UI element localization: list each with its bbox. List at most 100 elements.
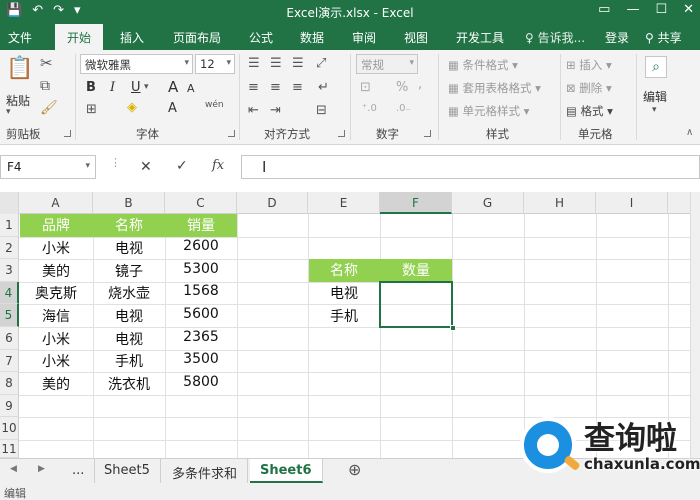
cell-selection[interactable] (379, 281, 453, 328)
tab-page-layout[interactable]: 页面布局 (173, 29, 221, 46)
table-cell[interactable]: 小米 (20, 329, 92, 349)
format-as-table-button[interactable]: ▦ 套用表格格式 ▾ (448, 80, 541, 96)
decrease-indent-icon[interactable]: ⇤ (248, 104, 259, 117)
table-cell[interactable]: 小米 (20, 351, 92, 371)
number-launcher-icon[interactable] (424, 130, 431, 137)
table-cell[interactable]: 镜子 (93, 261, 165, 281)
table-cell[interactable]: 2365 (165, 329, 237, 345)
font-launcher-icon[interactable] (228, 130, 235, 137)
ribbon-display-icon[interactable]: ▭ (598, 2, 610, 17)
collapse-ribbon-icon[interactable]: ∧ (686, 128, 693, 138)
orientation-icon[interactable]: ⤢ (316, 57, 326, 70)
row-header-2[interactable]: 2 (0, 237, 19, 259)
italic-button[interactable]: I (110, 81, 115, 94)
row-header-5[interactable]: 5 (0, 304, 19, 327)
increase-indent-icon[interactable]: ⇥ (270, 104, 281, 117)
maximize-icon[interactable]: ☐ (655, 2, 667, 17)
find-search-icon[interactable]: ⌕ (645, 56, 667, 78)
table1-header-brand[interactable]: 品牌 (20, 215, 92, 235)
row-header-7[interactable]: 7 (0, 350, 19, 372)
table1-header-name[interactable]: 名称 (93, 215, 165, 235)
paste-icon[interactable]: 📋 (6, 58, 33, 80)
sheet-more-button[interactable]: ... (62, 459, 96, 483)
align-bottom-icon[interactable]: ☰ (292, 57, 304, 70)
paste-dropdown-icon[interactable]: ▾ (6, 108, 11, 117)
row-header-4[interactable]: 4 (0, 282, 19, 304)
row-header-10[interactable]: 10 (0, 417, 19, 440)
editing-button[interactable]: 编辑 (643, 88, 667, 105)
align-center-icon[interactable]: ≡ (270, 81, 281, 94)
share-button[interactable]: ⚲ 共享 (645, 29, 682, 46)
font-grow-button[interactable]: A (168, 80, 178, 95)
table1-header-sales[interactable]: 销量 (165, 215, 237, 235)
table-cell[interactable]: 5600 (165, 306, 237, 322)
fill-handle[interactable] (450, 325, 456, 331)
clipboard-launcher-icon[interactable] (64, 130, 71, 137)
column-header-h[interactable]: H (524, 192, 596, 214)
row-header-1[interactable]: 1 (0, 214, 19, 237)
insert-function-icon[interactable]: fx (212, 158, 224, 173)
table-cell[interactable]: 2600 (165, 238, 237, 254)
number-format-select[interactable]: 常规 ▾ (356, 54, 418, 74)
currency-icon[interactable]: ⊡ (360, 81, 371, 94)
table2-header-quantity[interactable]: 数量 (380, 260, 452, 280)
row-header-9[interactable]: 9 (0, 395, 19, 417)
decrease-decimal-icon[interactable]: .0₋ (396, 104, 411, 114)
font-name-select[interactable]: 微软雅黑 ▾ (80, 54, 193, 74)
table-cell[interactable]: 小米 (20, 238, 92, 258)
comma-button[interactable]: , (418, 78, 422, 91)
sheet-next-icon[interactable]: ▶ (34, 459, 49, 483)
column-header-f[interactable]: F (380, 192, 452, 214)
tab-insert[interactable]: 插入 (120, 29, 144, 46)
table-cell[interactable]: 洗衣机 (93, 374, 165, 394)
sheet-tab-multi-sum[interactable]: 多条件求和 (162, 459, 249, 483)
underline-button[interactable]: U (131, 81, 141, 94)
tab-data[interactable]: 数据 (300, 29, 324, 46)
row-header-8[interactable]: 8 (0, 372, 19, 395)
minimize-icon[interactable]: — (626, 2, 639, 17)
wrap-text-icon[interactable]: ↵ (318, 81, 329, 94)
bold-button[interactable]: B (86, 81, 96, 94)
login-link[interactable]: 登录 (605, 29, 629, 46)
fill-color-icon[interactable]: ◈ (127, 101, 137, 114)
copy-icon[interactable]: ⧉ (40, 79, 50, 93)
tab-view[interactable]: 视图 (404, 29, 428, 46)
delete-cells-button[interactable]: ⊠ 删除 ▾ (566, 80, 612, 96)
add-sheet-icon[interactable]: ⊕ (342, 459, 367, 483)
phonetic-button[interactable]: wén (205, 100, 224, 110)
row-header-3[interactable]: 3 (0, 259, 19, 282)
alignment-launcher-icon[interactable] (338, 130, 345, 137)
font-size-select[interactable]: 12 ▾ (195, 54, 235, 74)
sheet-prev-icon[interactable]: ◀ (6, 459, 21, 483)
table-cell[interactable]: 1568 (165, 283, 237, 299)
percent-button[interactable]: % (396, 81, 408, 94)
align-middle-icon[interactable]: ☰ (270, 57, 282, 70)
sheet-tab-sheet6[interactable]: Sheet6 (250, 459, 323, 483)
table-cell[interactable]: 3500 (165, 351, 237, 367)
tell-me-box[interactable]: ♀ 告诉我... (525, 29, 585, 46)
table-cell[interactable]: 电视 (93, 306, 165, 326)
column-header-e[interactable]: E (308, 192, 380, 214)
conditional-formatting-button[interactable]: ▦ 条件格式 ▾ (448, 57, 518, 73)
format-painter-icon[interactable]: 🖌 (40, 101, 58, 115)
merge-center-icon[interactable]: ⊟ (316, 104, 327, 117)
table-cell[interactable]: 奥克斯 (20, 283, 92, 303)
table-cell[interactable]: 烧水壶 (93, 283, 165, 303)
format-cells-button[interactable]: ▤ 格式 ▾ (566, 103, 613, 119)
font-color-button[interactable]: A (168, 102, 177, 115)
sheet-tab-sheet5[interactable]: Sheet5 (94, 459, 161, 483)
table-cell[interactable]: 电视 (308, 283, 380, 303)
column-header-d[interactable]: D (237, 192, 308, 214)
column-header-i[interactable]: I (596, 192, 668, 214)
tab-developer[interactable]: 开发工具 (456, 29, 504, 46)
formula-input[interactable] (241, 155, 700, 179)
table-cell[interactable]: 5800 (165, 374, 237, 390)
select-all-corner[interactable] (0, 192, 19, 214)
row-header-6[interactable]: 6 (0, 327, 19, 350)
table-cell[interactable]: 手机 (93, 351, 165, 371)
column-header-g[interactable]: G (452, 192, 524, 214)
table2-header-name[interactable]: 名称 (308, 260, 380, 280)
editing-dropdown-icon[interactable]: ▾ (652, 106, 657, 115)
row-header-11[interactable]: 11 (0, 440, 19, 458)
table-cell[interactable]: 电视 (93, 238, 165, 258)
